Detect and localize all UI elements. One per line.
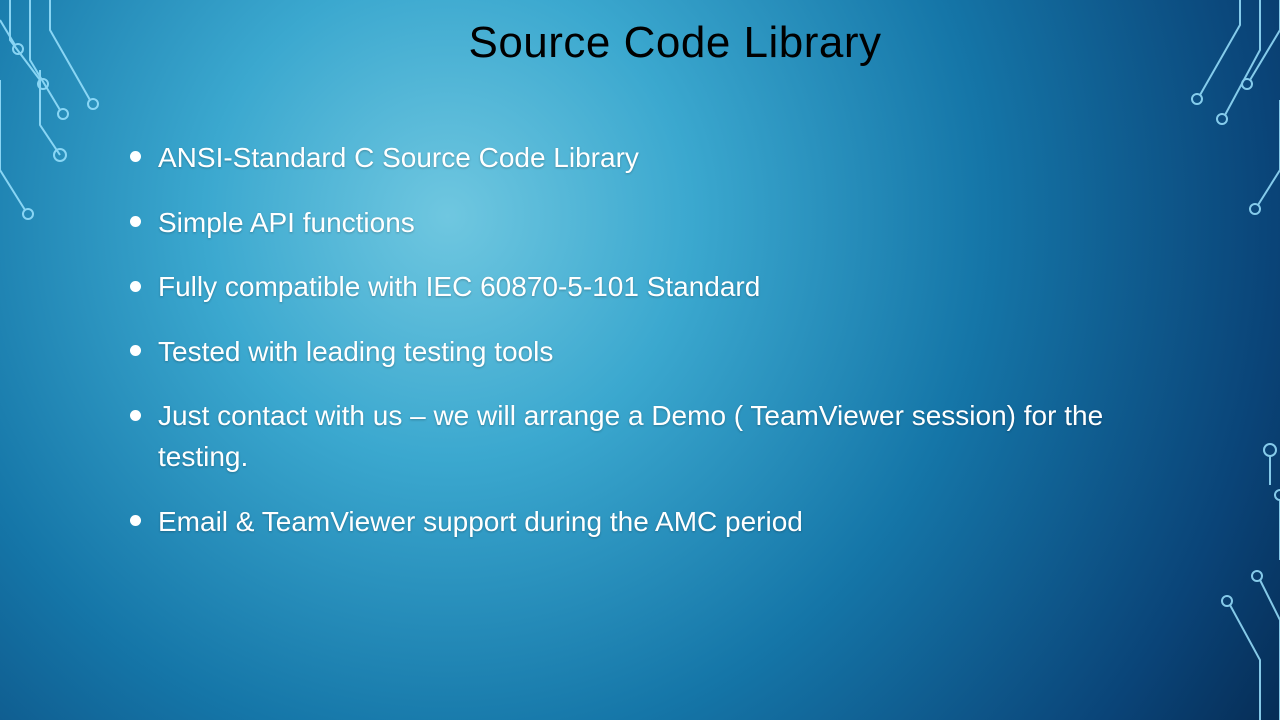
list-item: Simple API functions (130, 203, 1130, 244)
slide-title: Source Code Library (130, 18, 1220, 68)
list-item: ANSI-Standard C Source Code Library (130, 138, 1130, 179)
list-item: Tested with leading testing tools (130, 332, 1130, 373)
list-item: Fully compatible with IEC 60870-5-101 St… (130, 267, 1130, 308)
list-item: Just contact with us – we will arrange a… (130, 396, 1130, 477)
list-item: Email & TeamViewer support during the AM… (130, 502, 1130, 543)
bullet-list: ANSI-Standard C Source Code Library Simp… (130, 138, 1130, 542)
slide: Source Code Library ANSI-Standard C Sour… (0, 0, 1280, 720)
